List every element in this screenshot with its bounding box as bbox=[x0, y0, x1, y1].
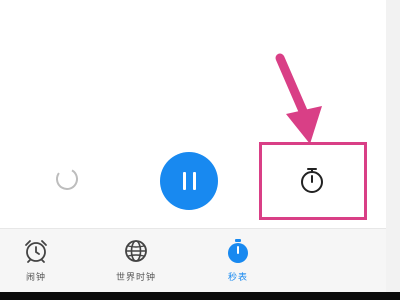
pause-button[interactable] bbox=[160, 152, 218, 210]
globe-icon bbox=[125, 240, 147, 262]
reset-button[interactable] bbox=[50, 162, 84, 196]
annotation-arrow-icon bbox=[275, 53, 322, 144]
bottom-tab-bar: 闹钟 世界时钟 秒表 bbox=[0, 228, 386, 292]
tab-world-clock-label: 世界时钟 bbox=[115, 273, 156, 283]
annotation-highlight-box bbox=[259, 142, 367, 220]
tab-alarm[interactable]: 闹钟 bbox=[12, 229, 60, 293]
stopwatch-screen: 闹钟 世界时钟 秒表 bbox=[0, 0, 400, 300]
reset-circle-icon bbox=[56, 168, 78, 190]
tab-stopwatch[interactable]: 秒表 bbox=[216, 229, 260, 293]
tab-alarm-label: 闹钟 bbox=[25, 273, 46, 283]
pause-icon bbox=[182, 172, 196, 190]
alarm-clock-icon bbox=[25, 240, 47, 263]
stopwatch-icon bbox=[228, 239, 248, 263]
tab-world-clock[interactable]: 世界时钟 bbox=[104, 229, 168, 293]
tab-stopwatch-label: 秒表 bbox=[227, 273, 248, 283]
screen-edge-strip bbox=[386, 0, 400, 300]
system-bottom-bar bbox=[0, 292, 400, 300]
